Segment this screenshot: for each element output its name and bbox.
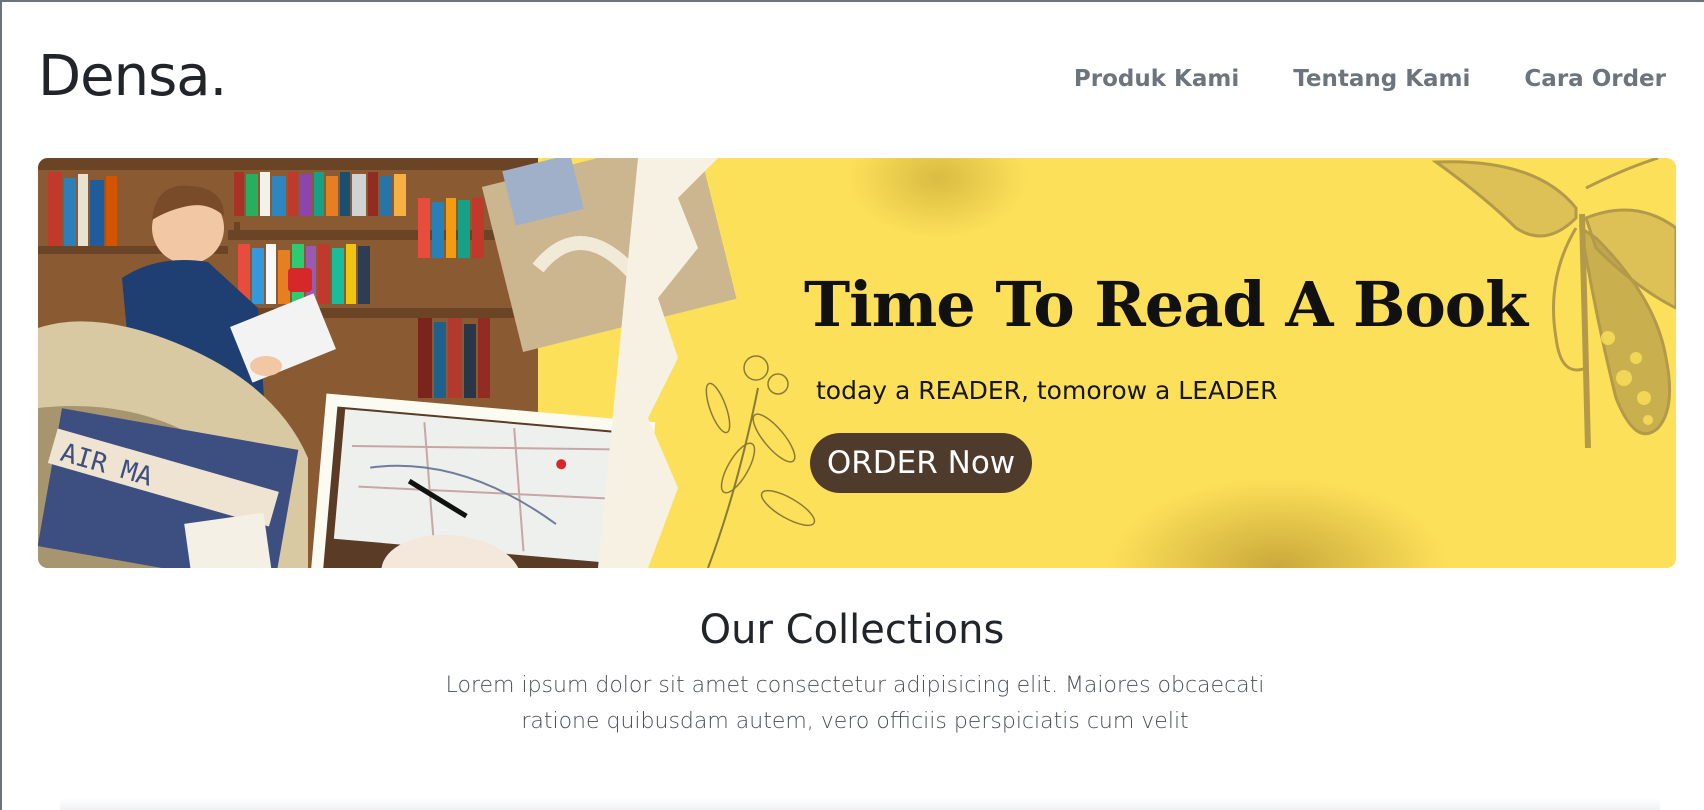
main-nav: Produk Kami Tentang Kami Cara Order: [1074, 66, 1666, 92]
navbar: Densa. Produk Kami Tentang Kami Cara Ord…: [38, 36, 1666, 126]
hero-banner[interactable]: AIR MA Time To Read A Book today a READE…: [38, 158, 1676, 568]
collections-title: Our Collections: [699, 607, 1005, 653]
nav-link-produk-kami[interactable]: Produk Kami: [1074, 66, 1239, 92]
banner-tagline: today a READER, tomorow a LEADER: [816, 376, 1278, 405]
next-section-edge: [60, 798, 1660, 810]
brand-logo[interactable]: Densa.: [38, 44, 227, 109]
order-now-button[interactable]: ORDER Now: [810, 433, 1032, 493]
nav-link-cara-order[interactable]: Cara Order: [1524, 66, 1666, 92]
collections-description: Lorem ipsum dolor sit amet consectetur a…: [445, 673, 1265, 734]
olive-branch-illustration: [705, 355, 816, 568]
banner-headline: Time To Read A Book: [804, 268, 1528, 341]
banner-photo-collage: AIR MA: [38, 158, 737, 568]
nav-link-tentang-kami[interactable]: Tentang Kami: [1293, 66, 1470, 92]
